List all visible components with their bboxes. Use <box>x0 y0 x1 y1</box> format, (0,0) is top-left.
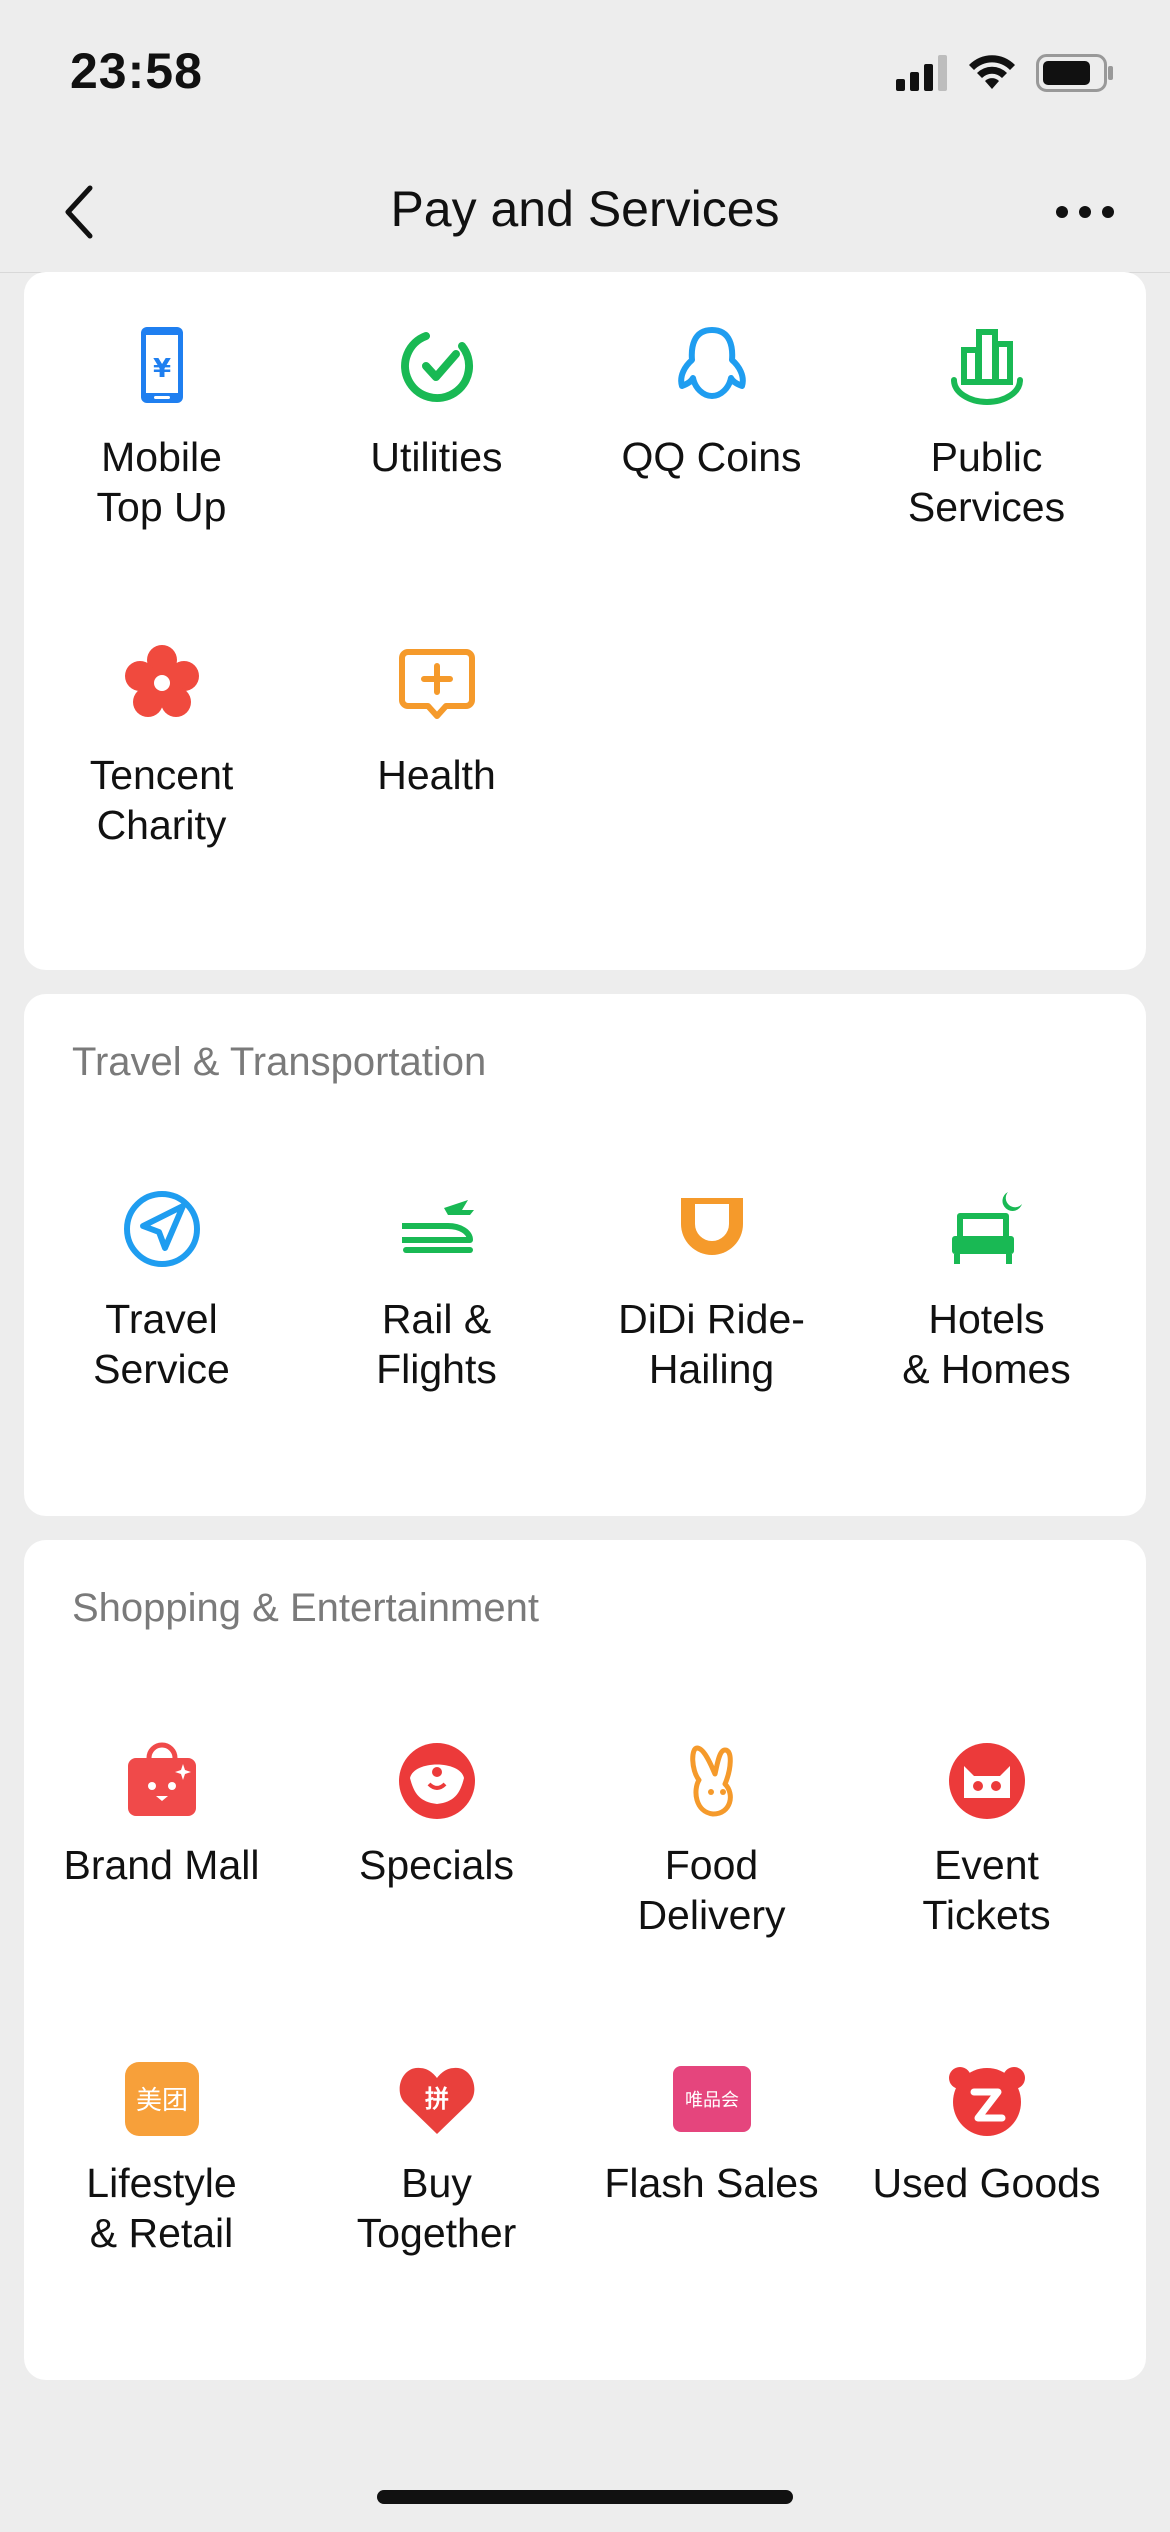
more-button[interactable] <box>1040 172 1130 252</box>
tile-label: Flash Sales <box>604 2160 819 2206</box>
tile-label: DiDi Ride- Hailing <box>618 1296 805 1392</box>
travel-grid: Travel Service Rail & Flights DiDi Ride-… <box>24 1144 1146 1462</box>
tile-buy-together[interactable]: 拼 Buy Together <box>299 2008 574 2326</box>
brand-mall-icon <box>121 1740 203 1822</box>
tile-label: Event Tickets <box>922 1842 1051 1938</box>
home-indicator[interactable] <box>377 2490 793 2504</box>
health-icon <box>396 642 478 724</box>
tile-utilities[interactable]: Utilities <box>299 272 574 590</box>
tile-lifestyle-retail[interactable]: 美团 Lifestyle & Retail <box>24 2008 299 2326</box>
tile-label: Hotels & Homes <box>902 1296 1071 1392</box>
mobile-top-up-icon: ¥ <box>121 324 203 406</box>
tile-label: Brand Mall <box>63 1842 260 1888</box>
tile-used-goods[interactable]: Used Goods <box>849 2008 1124 2326</box>
badge-text: 唯品会 <box>685 2090 739 2111</box>
shopping-grid: Brand Mall Specials Food Delivery Event … <box>24 1690 1146 2326</box>
tile-label: Rail & Flights <box>376 1296 497 1392</box>
wifi-icon <box>968 54 1016 96</box>
page-title: Pay and Services <box>390 181 780 237</box>
used-goods-icon <box>946 2058 1028 2140</box>
services-grid: ¥ Mobile Top Up Utilities QQ Coins Publi… <box>24 272 1146 908</box>
section-title: Travel & Transportation <box>72 1040 487 1084</box>
tile-food-delivery[interactable]: Food Delivery <box>574 1690 849 2008</box>
tile-label: Utilities <box>370 434 503 480</box>
svg-text:¥: ¥ <box>153 354 171 384</box>
tile-hotels-homes[interactable]: Hotels & Homes <box>849 1144 1124 1462</box>
buy-together-icon: 拼 <box>396 2058 478 2140</box>
hotels-homes-icon <box>946 1188 1028 1270</box>
tile-label: Travel Service <box>93 1296 230 1392</box>
tile-specials[interactable]: Specials <box>299 1690 574 2008</box>
services-card: ¥ Mobile Top Up Utilities QQ Coins Publi… <box>24 272 1146 970</box>
tile-label: Lifestyle & Retail <box>86 2160 237 2256</box>
public-services-icon <box>946 324 1028 406</box>
tile-label: QQ Coins <box>621 434 802 480</box>
tile-label: Specials <box>359 1842 514 1888</box>
tile-public-services[interactable]: Public Services <box>849 272 1124 590</box>
tile-brand-mall[interactable]: Brand Mall <box>24 1690 299 2008</box>
event-tickets-icon <box>946 1740 1028 1822</box>
more-dots-icon <box>1056 206 1114 218</box>
food-delivery-icon <box>671 1740 753 1822</box>
tile-label: Buy Together <box>356 2160 517 2256</box>
didi-ride-hailing-icon <box>671 1188 753 1270</box>
tile-health[interactable]: Health <box>299 590 574 908</box>
tile-didi-ride-hailing[interactable]: DiDi Ride- Hailing <box>574 1144 849 1462</box>
battery-icon <box>1036 53 1114 97</box>
signal-icon <box>896 54 948 96</box>
tile-label: Food Delivery <box>637 1842 786 1938</box>
section-title: Shopping & Entertainment <box>72 1586 539 1630</box>
rail-flights-icon <box>396 1188 478 1270</box>
status-bar: 23:58 <box>0 0 1170 150</box>
tile-label: Tencent Charity <box>89 752 234 848</box>
tile-travel-service[interactable]: Travel Service <box>24 1144 299 1462</box>
specials-icon <box>396 1740 478 1822</box>
tile-mobile-top-up[interactable]: ¥ Mobile Top Up <box>24 272 299 590</box>
tile-label: Health <box>377 752 496 798</box>
qq-coins-icon <box>671 324 753 406</box>
travel-service-icon <box>121 1188 203 1270</box>
utilities-icon <box>396 324 478 406</box>
tile-label: Used Goods <box>872 2160 1101 2206</box>
travel-transportation-card: Travel & Transportation Travel Service R… <box>24 994 1146 1516</box>
tencent-charity-icon <box>121 642 203 724</box>
flash-sales-icon: 唯品会 <box>671 2058 753 2140</box>
tile-flash-sales[interactable]: 唯品会 Flash Sales <box>574 2008 849 2326</box>
status-time: 23:58 <box>70 43 203 99</box>
nav-bar: Pay and Services <box>0 150 1170 273</box>
badge-text: 拼 <box>425 2085 449 2113</box>
lifestyle-retail-icon: 美团 <box>121 2058 203 2140</box>
tile-qq-coins[interactable]: QQ Coins <box>574 272 849 590</box>
tile-tencent-charity[interactable]: Tencent Charity <box>24 590 299 908</box>
tile-rail-flights[interactable]: Rail & Flights <box>299 1144 574 1462</box>
tile-label: Mobile Top Up <box>96 434 227 530</box>
badge-text: 美团 <box>136 2086 188 2116</box>
shopping-entertainment-card: Shopping & Entertainment Brand Mall Spec… <box>24 1540 1146 2380</box>
status-icons <box>896 50 1114 100</box>
tile-event-tickets[interactable]: Event Tickets <box>849 1690 1124 2008</box>
tile-label: Public Services <box>907 434 1066 530</box>
